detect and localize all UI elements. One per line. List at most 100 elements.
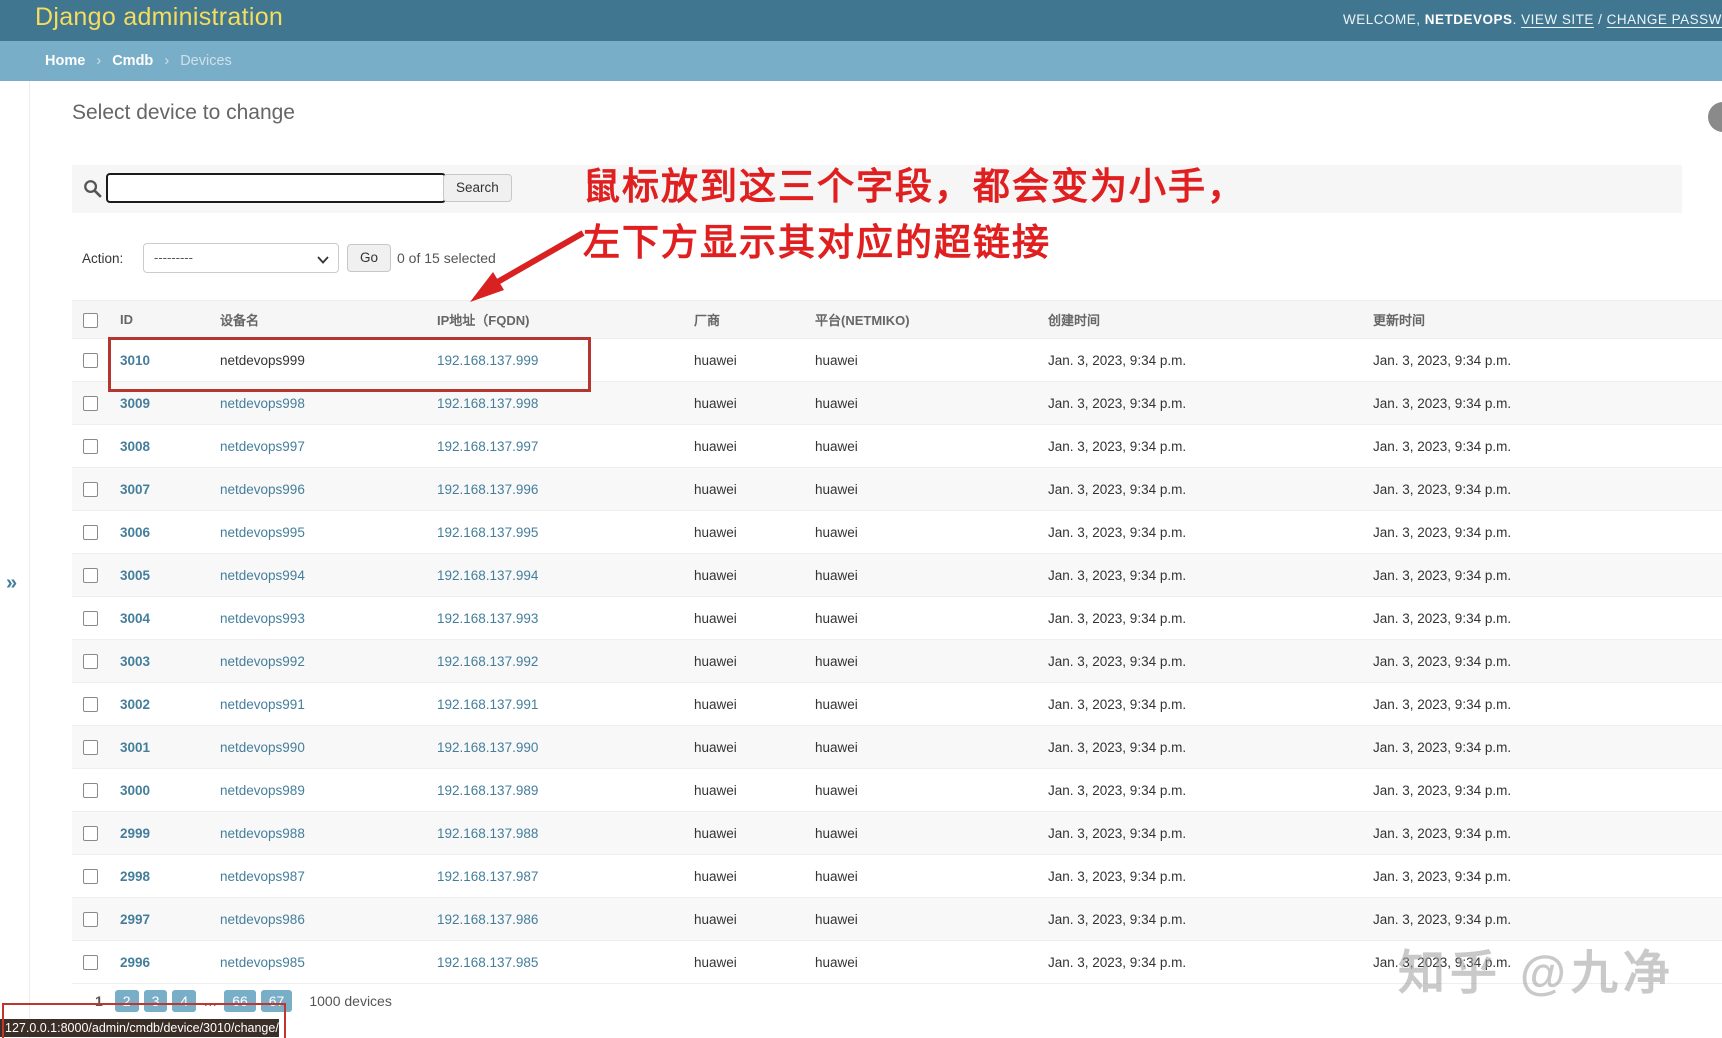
search-icon — [84, 180, 102, 198]
device-id-link[interactable]: 3008 — [120, 439, 150, 454]
updated-cell: Jan. 3, 2023, 9:34 p.m. — [1363, 639, 1722, 683]
row-checkbox[interactable] — [83, 782, 98, 798]
row-checkbox[interactable] — [83, 911, 98, 927]
username-period: . — [1512, 12, 1517, 27]
device-ip-link[interactable]: 192.168.137.993 — [437, 611, 538, 626]
vendor-cell: huawei — [684, 467, 805, 511]
row-checkbox[interactable] — [83, 825, 98, 841]
device-ip-link[interactable]: 192.168.137.996 — [437, 482, 538, 497]
platform-cell: huawei — [805, 811, 1038, 855]
vendor-cell: huawei — [684, 940, 805, 984]
device-ip-link[interactable]: 192.168.137.985 — [437, 955, 538, 970]
selection-counter: 0 of 15 selected — [397, 250, 496, 266]
created-cell: Jan. 3, 2023, 9:34 p.m. — [1038, 811, 1363, 855]
updated-cell: Jan. 3, 2023, 9:34 p.m. — [1363, 381, 1722, 425]
device-id-link[interactable]: 2997 — [120, 912, 150, 927]
change-password-link[interactable]: CHANGE PASSWORD — [1607, 12, 1722, 27]
device-name-link[interactable]: netdevops993 — [220, 611, 305, 626]
corner-circle-button[interactable] — [1708, 102, 1722, 132]
row-checkbox[interactable] — [83, 567, 98, 583]
device-ip-link[interactable]: 192.168.137.998 — [437, 396, 538, 411]
device-name-link[interactable]: netdevops997 — [220, 439, 305, 454]
row-checkbox[interactable] — [83, 481, 98, 497]
device-ip-link[interactable]: 192.168.137.988 — [437, 826, 538, 841]
row-checkbox[interactable] — [83, 395, 98, 411]
column-header-ip[interactable]: IP地址（FQDN) — [427, 300, 684, 339]
row-checkbox[interactable] — [83, 653, 98, 669]
device-ip-link[interactable]: 192.168.137.989 — [437, 783, 538, 798]
row-checkbox[interactable] — [83, 610, 98, 626]
device-ip-link[interactable]: 192.168.137.997 — [437, 439, 538, 454]
device-ip-link[interactable]: 192.168.137.986 — [437, 912, 538, 927]
device-id-link[interactable]: 2999 — [120, 826, 150, 841]
view-site-link[interactable]: VIEW SITE — [1521, 12, 1594, 27]
breadcrumb-cmdb[interactable]: Cmdb — [112, 53, 153, 69]
device-ip-link[interactable]: 192.168.137.990 — [437, 740, 538, 755]
device-row: 3002 netdevops991 192.168.137.991 huawei hua… — [72, 682, 1722, 726]
device-count-label: 1000 devices — [309, 993, 392, 1009]
device-id-link[interactable]: 3001 — [120, 740, 150, 755]
link-separator: / — [1598, 12, 1603, 27]
device-id-link[interactable]: 3004 — [120, 611, 150, 626]
annotation-line1: 鼠标放到这三个字段，都会变为小手， — [583, 166, 1246, 207]
device-id-link[interactable]: 2996 — [120, 955, 150, 970]
row-checkbox[interactable] — [83, 352, 98, 368]
device-ip-link[interactable]: 192.168.137.991 — [437, 697, 538, 712]
updated-cell: Jan. 3, 2023, 9:34 p.m. — [1363, 811, 1722, 855]
vendor-cell: huawei — [684, 424, 805, 468]
device-id-link[interactable]: 3000 — [120, 783, 150, 798]
created-cell: Jan. 3, 2023, 9:34 p.m. — [1038, 639, 1363, 683]
device-id-link[interactable]: 3006 — [120, 525, 150, 540]
device-id-link[interactable]: 3009 — [120, 396, 150, 411]
device-ip-link[interactable]: 192.168.137.987 — [437, 869, 538, 884]
device-name-link[interactable]: netdevops986 — [220, 912, 305, 927]
vendor-cell: huawei — [684, 510, 805, 554]
user-tools: WELCOME, NETDEVOPS. VIEW SITE / CHANGE P… — [1343, 12, 1722, 27]
column-header-id[interactable]: ID — [110, 300, 210, 339]
device-name-link[interactable]: netdevops998 — [220, 396, 305, 411]
device-name-link[interactable]: netdevops985 — [220, 955, 305, 970]
device-ip-link[interactable]: 192.168.137.992 — [437, 654, 538, 669]
row-checkbox[interactable] — [83, 438, 98, 454]
device-name-link[interactable]: netdevops990 — [220, 740, 305, 755]
device-name-link[interactable]: netdevops987 — [220, 869, 305, 884]
device-name-link[interactable]: netdevops988 — [220, 826, 305, 841]
updated-cell: Jan. 3, 2023, 9:34 p.m. — [1363, 854, 1722, 898]
row-checkbox[interactable] — [83, 739, 98, 755]
created-cell: Jan. 3, 2023, 9:34 p.m. — [1038, 854, 1363, 898]
breadcrumb-home[interactable]: Home — [45, 53, 85, 69]
device-id-link[interactable]: 3003 — [120, 654, 150, 669]
branding-bar: Django administration WELCOME, NETDEVOPS… — [0, 0, 1722, 41]
device-id-link[interactable]: 3005 — [120, 568, 150, 583]
column-header-platform: 平台(NETMIKO) — [805, 300, 1038, 339]
device-name-link[interactable]: netdevops992 — [220, 654, 305, 669]
row-checkbox[interactable] — [83, 868, 98, 884]
device-name-link[interactable]: netdevops995 — [220, 525, 305, 540]
vendor-cell: huawei — [684, 725, 805, 769]
column-header-created: 创建时间 — [1038, 300, 1363, 339]
column-header-updated: 更新时间 — [1363, 300, 1722, 339]
device-name-link[interactable]: netdevops994 — [220, 568, 305, 583]
device-row: 3004 netdevops993 192.168.137.993 huawei hua… — [72, 596, 1722, 640]
device-id-link[interactable]: 3002 — [120, 697, 150, 712]
device-id-link[interactable]: 2998 — [120, 869, 150, 884]
row-checkbox[interactable] — [83, 696, 98, 712]
search-button[interactable]: Search — [443, 174, 512, 202]
sidebar-expand-toggle[interactable]: » — [6, 572, 17, 595]
device-name-link[interactable]: netdevops996 — [220, 482, 305, 497]
device-ip-link[interactable]: 192.168.137.995 — [437, 525, 538, 540]
device-id-link[interactable]: 3007 — [120, 482, 150, 497]
device-name-link[interactable]: netdevops991 — [220, 697, 305, 712]
row-checkbox[interactable] — [83, 954, 98, 970]
select-all-checkbox[interactable] — [83, 312, 98, 328]
platform-cell: huawei — [805, 897, 1038, 941]
created-cell: Jan. 3, 2023, 9:34 p.m. — [1038, 467, 1363, 511]
action-select[interactable]: --------- — [143, 243, 339, 273]
device-name-link[interactable]: netdevops989 — [220, 783, 305, 798]
device-ip-link[interactable]: 192.168.137.994 — [437, 568, 538, 583]
go-button[interactable]: Go — [347, 244, 392, 272]
search-input[interactable] — [106, 173, 446, 203]
row-checkbox[interactable] — [83, 524, 98, 540]
vendor-cell: huawei — [684, 811, 805, 855]
column-header-name[interactable]: 设备名 — [210, 300, 427, 339]
